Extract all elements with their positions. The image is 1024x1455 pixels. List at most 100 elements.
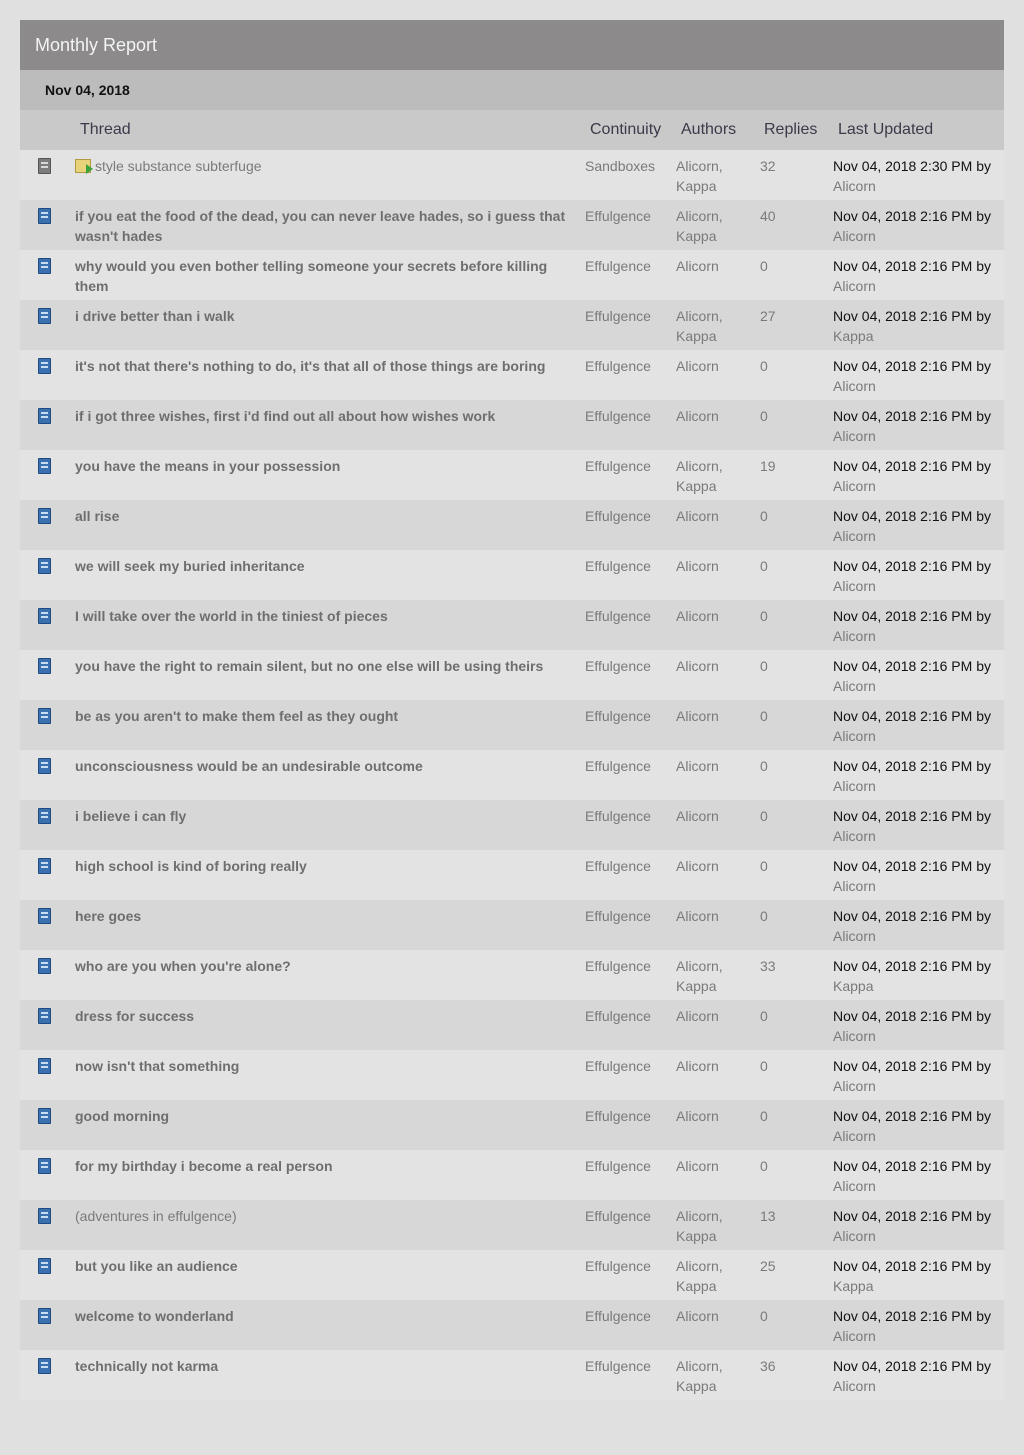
thread-title-link[interactable]: dress for success [75,1008,209,1024]
updated-by-user-link[interactable]: Alicorn [833,178,876,194]
updated-by-user-link[interactable]: Alicorn [833,1328,876,1344]
updated-by-user-link[interactable]: Alicorn [833,728,876,744]
author-link[interactable]: Alicorn [676,556,760,576]
updated-timestamp-link[interactable]: Nov 04, 2018 2:16 PM [833,1058,972,1074]
book-icon[interactable] [38,908,51,924]
updated-timestamp-link[interactable]: Nov 04, 2018 2:16 PM [833,808,972,824]
continuity-link[interactable]: Effulgence [585,408,651,424]
updated-by-user-link[interactable]: Alicorn [833,428,876,444]
book-icon[interactable] [38,308,51,324]
author-link[interactable]: Kappa [676,476,760,496]
book-icon[interactable] [38,1208,51,1224]
updated-timestamp-link[interactable]: Nov 04, 2018 2:16 PM [833,858,972,874]
updated-by-user-link[interactable]: Kappa [833,1278,873,1294]
book-icon[interactable] [38,808,51,824]
updated-by-user-link[interactable]: Alicorn [833,228,876,244]
thread-title-link[interactable]: technically not karma [75,1358,233,1374]
continuity-link[interactable]: Effulgence [585,458,651,474]
updated-by-user-link[interactable]: Alicorn [833,378,876,394]
updated-timestamp-link[interactable]: Nov 04, 2018 2:16 PM [833,1208,972,1224]
continuity-link[interactable]: Effulgence [585,258,651,274]
author-link[interactable]: Alicorn [676,356,760,376]
book-icon[interactable] [38,658,51,674]
updated-by-user-link[interactable]: Alicorn [833,478,876,494]
updated-timestamp-link[interactable]: Nov 04, 2018 2:16 PM [833,1008,972,1024]
thread-title-link[interactable]: i drive better than i walk [75,308,250,324]
thread-title-link[interactable]: style substance subterfuge [95,158,277,174]
continuity-link[interactable]: Effulgence [585,1158,651,1174]
book-icon[interactable] [38,608,51,624]
book-icon[interactable] [38,1108,51,1124]
updated-by-user-link[interactable]: Alicorn [833,778,876,794]
book-icon[interactable] [38,1358,51,1374]
book-icon[interactable] [38,858,51,874]
thread-title-link[interactable]: if i got three wishes, first i'd find ou… [75,408,510,424]
book-icon[interactable] [38,208,51,224]
thread-title-link[interactable]: here goes [75,908,156,924]
last-updated-column-header[interactable]: Last Updated [833,110,1004,150]
author-link[interactable]: Alicorn [676,756,760,776]
thread-title-link[interactable]: you have the means in your possession [75,458,355,474]
updated-timestamp-link[interactable]: Nov 04, 2018 2:16 PM [833,708,972,724]
updated-timestamp-link[interactable]: Nov 04, 2018 2:16 PM [833,208,972,224]
continuity-link[interactable]: Effulgence [585,358,651,374]
author-link[interactable]: Alicorn [676,856,760,876]
updated-timestamp-link[interactable]: Nov 04, 2018 2:16 PM [833,458,972,474]
author-link[interactable]: Alicorn, [676,956,760,976]
author-link[interactable]: Alicorn, [676,456,760,476]
author-link[interactable]: Kappa [676,1376,760,1396]
updated-by-user-link[interactable]: Alicorn [833,828,876,844]
continuity-link[interactable]: Effulgence [585,308,651,324]
book-icon[interactable] [38,758,51,774]
continuity-link[interactable]: Sandboxes [585,158,655,174]
author-link[interactable]: Alicorn [676,1306,760,1326]
continuity-link[interactable]: Effulgence [585,508,651,524]
book-icon[interactable] [38,1258,51,1274]
thread-title-link[interactable]: unconsciousness would be an undesirable … [75,758,438,774]
authors-column-header[interactable]: Authors [676,110,760,150]
author-link[interactable]: Alicorn [676,256,760,276]
updated-timestamp-link[interactable]: Nov 04, 2018 2:16 PM [833,1258,972,1274]
thread-title-link[interactable]: for my birthday i become a real person [75,1158,348,1174]
thread-title-link[interactable]: i believe i can fly [75,808,201,824]
updated-timestamp-link[interactable]: Nov 04, 2018 2:30 PM [833,158,972,174]
updated-timestamp-link[interactable]: Nov 04, 2018 2:16 PM [833,308,972,324]
book-icon[interactable] [38,1058,51,1074]
author-link[interactable]: Alicorn, [676,306,760,326]
thread-title-link[interactable]: why would you even bother telling someon… [75,258,547,294]
book-icon[interactable] [38,708,51,724]
updated-by-user-link[interactable]: Alicorn [833,1228,876,1244]
thread-title-link[interactable]: welcome to wonderland [75,1308,249,1324]
book-icon[interactable] [38,958,51,974]
grey-book-icon[interactable] [38,158,51,174]
author-link[interactable]: Alicorn [676,1056,760,1076]
continuity-link[interactable]: Effulgence [585,1258,651,1274]
author-link[interactable]: Alicorn [676,656,760,676]
updated-timestamp-link[interactable]: Nov 04, 2018 2:16 PM [833,1358,972,1374]
author-link[interactable]: Alicorn [676,506,760,526]
updated-timestamp-link[interactable]: Nov 04, 2018 2:16 PM [833,1308,972,1324]
updated-timestamp-link[interactable]: Nov 04, 2018 2:16 PM [833,1108,972,1124]
author-link[interactable]: Alicorn, [676,206,760,226]
thread-title-link[interactable]: but you like an audience [75,1258,253,1274]
continuity-column-header[interactable]: Continuity [585,110,676,150]
continuity-link[interactable]: Effulgence [585,1108,651,1124]
updated-by-user-link[interactable]: Alicorn [833,1178,876,1194]
updated-by-user-link[interactable]: Alicorn [833,1078,876,1094]
updated-timestamp-link[interactable]: Nov 04, 2018 2:16 PM [833,758,972,774]
book-icon[interactable] [38,258,51,274]
updated-timestamp-link[interactable]: Nov 04, 2018 2:16 PM [833,358,972,374]
thread-title-link[interactable]: it's not that there's nothing to do, it'… [75,358,560,374]
updated-by-user-link[interactable]: Kappa [833,978,873,994]
continuity-link[interactable]: Effulgence [585,808,651,824]
book-icon[interactable] [38,1308,51,1324]
continuity-link[interactable]: Effulgence [585,958,651,974]
thread-title-link[interactable]: (adventures in effulgence) [75,1208,252,1224]
updated-by-user-link[interactable]: Alicorn [833,578,876,594]
updated-by-user-link[interactable]: Alicorn [833,878,876,894]
continuity-link[interactable]: Effulgence [585,858,651,874]
thread-title-link[interactable]: I will take over the world in the tinies… [75,608,403,624]
author-link[interactable]: Kappa [676,176,760,196]
author-link[interactable]: Kappa [676,326,760,346]
continuity-link[interactable]: Effulgence [585,1058,651,1074]
